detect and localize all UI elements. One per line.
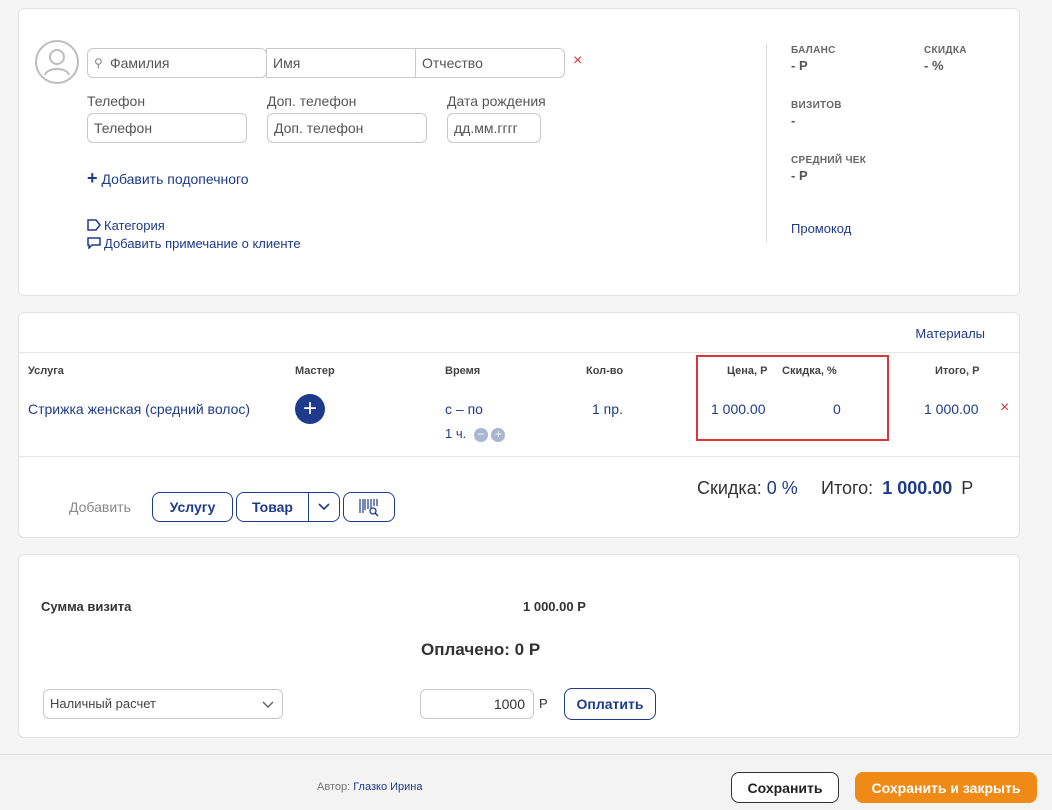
payment-card: Сумма визита 1 000.00 Р Оплачено: 0 Р На… (18, 554, 1020, 738)
avatar[interactable] (35, 40, 79, 84)
discount-value: - % (924, 58, 944, 73)
visit-sum-label: Сумма визита (41, 599, 132, 614)
category-link[interactable]: Категория (87, 218, 165, 233)
plus-icon[interactable]: + (491, 428, 506, 442)
payment-method-select[interactable]: Наличный расчет (43, 689, 283, 719)
remove-row-icon[interactable]: × (1000, 399, 1009, 417)
add-label: Добавить (69, 499, 131, 515)
total-value: 1 000.00 (924, 401, 979, 417)
search-icon: ⚲ (94, 56, 103, 70)
amount-currency: Р (539, 696, 548, 711)
col-service: Услуга (28, 365, 64, 377)
summary-total: Итого: 1 000.00 Р (821, 478, 974, 498)
col-total: Итого, Р (935, 365, 980, 377)
visits-label: ВИЗИТОВ (791, 100, 842, 111)
clear-name-icon[interactable]: × (573, 52, 582, 70)
add-master-button[interactable]: + (295, 394, 325, 424)
minus-icon[interactable]: − (473, 428, 488, 442)
promo-link[interactable]: Промокод (791, 221, 851, 236)
author-name[interactable]: Глазко Ирина (353, 781, 422, 793)
chevron-down-icon (262, 701, 274, 709)
author: Автор: Глазко Ирина (317, 781, 423, 793)
patronymic-field[interactable]: Отчество (415, 48, 565, 78)
avg-check-value: - Р (791, 168, 808, 183)
tag-icon (87, 219, 101, 231)
add-ward-link[interactable]: + Добавить подопечного (87, 168, 249, 189)
footer: Автор: Глазко Ирина Сохранить Сохранить … (0, 754, 1052, 810)
pay-button[interactable]: Оплатить (564, 688, 656, 720)
payment-amount-field[interactable]: 1000 (420, 689, 534, 719)
birthdate-label: Дата рождения (447, 93, 546, 109)
barcode-button[interactable] (343, 492, 395, 522)
save-close-button[interactable]: Сохранить и закрыть (855, 772, 1037, 803)
surname-field[interactable]: ⚲ Фамилия (87, 48, 267, 78)
comment-icon (87, 237, 101, 250)
service-name[interactable]: Стрижка женская (средний волос) (28, 401, 250, 417)
plus-icon: + (87, 168, 98, 188)
avg-check-label: СРЕДНИЙ ЧЕК (791, 155, 867, 166)
visits-value: - (791, 113, 796, 128)
stats-divider (766, 43, 767, 243)
extra-phone-label: Доп. телефон (267, 93, 357, 109)
duration: 1 ч. − + (445, 426, 506, 442)
add-service-button[interactable]: Услугу (152, 492, 233, 522)
name-field[interactable]: Имя (266, 48, 416, 78)
birthdate-field[interactable]: дд.мм.гггг (447, 113, 541, 143)
extra-phone-field[interactable]: Доп. телефон (267, 113, 427, 143)
col-master: Мастер (295, 365, 335, 377)
phone-label: Телефон (87, 93, 146, 109)
plus-icon: + (302, 395, 317, 422)
add-note-link[interactable]: Добавить примечание о клиенте (87, 236, 301, 251)
add-product-button[interactable]: Товар (236, 492, 309, 522)
col-time: Время (445, 365, 481, 377)
discount-label: СКИДКА (924, 45, 967, 56)
client-card: ⚲ Фамилия Имя Отчество × Телефон Телефон… (18, 8, 1020, 296)
summary-discount: Скидка: 0 % (697, 478, 798, 498)
col-qty: Кол-во (586, 365, 624, 377)
materials-link[interactable]: Материалы (915, 326, 985, 341)
barcode-icon (359, 499, 379, 517)
paid-total: Оплачено: 0 Р (421, 640, 541, 659)
balance-label: БАЛАНС (791, 45, 836, 56)
balance-value: - Р (791, 58, 808, 73)
product-dropdown-button[interactable] (308, 492, 340, 522)
phone-field[interactable]: Телефон (87, 113, 247, 143)
qty-value[interactable]: 1 пр. (592, 401, 623, 417)
row-divider (19, 456, 1019, 457)
header-divider (19, 352, 1019, 353)
services-card: Материалы Услуга Мастер Время Кол-во Цен… (18, 312, 1020, 538)
time-range[interactable]: с – по (445, 401, 483, 417)
chevron-down-icon (318, 503, 330, 511)
save-button[interactable]: Сохранить (731, 772, 839, 803)
user-icon (44, 49, 70, 76)
highlight-box (696, 355, 889, 441)
visit-sum-value: 1 000.00 Р (523, 599, 586, 614)
